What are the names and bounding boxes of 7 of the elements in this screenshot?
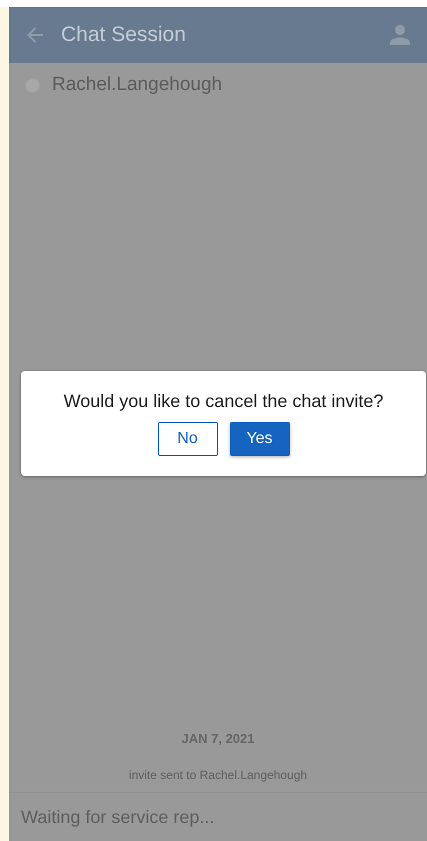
screen-title: Chat Session [61,23,187,47]
participant-name: Rachel.Langehough [52,74,222,96]
system-message: invite sent to Rachel.Langehough [128,768,308,782]
confirm-button[interactable]: Yes [230,422,290,456]
cancel-button[interactable]: No [158,422,218,456]
dialog-message: Would you like to cancel the chat invite? [64,391,384,412]
message-input[interactable]: Waiting for service rep... [9,792,427,841]
